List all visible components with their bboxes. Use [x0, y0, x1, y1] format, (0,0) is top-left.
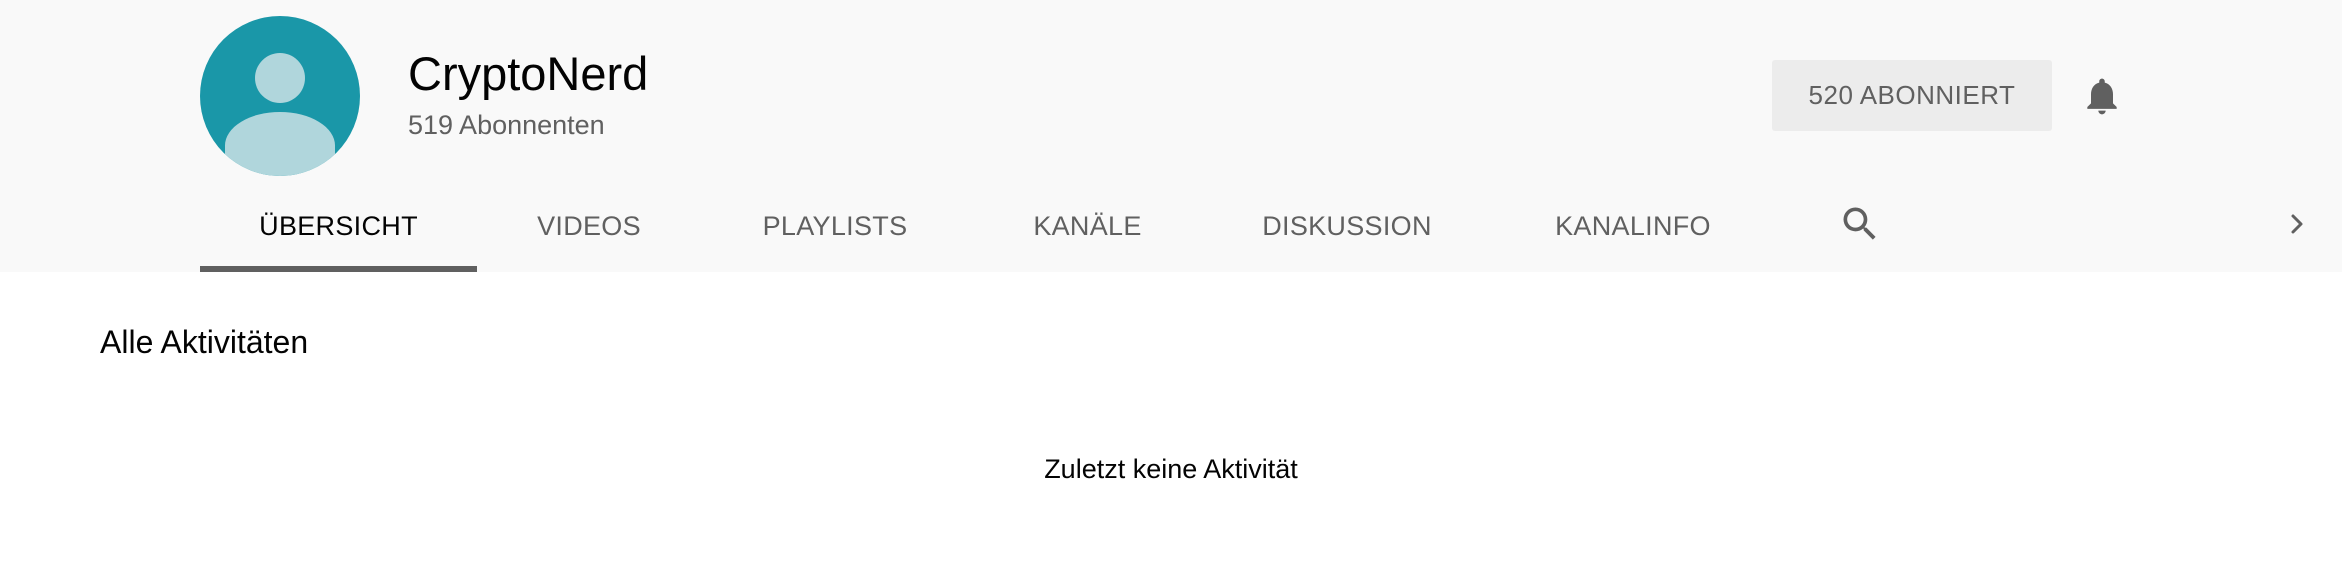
tab-videos[interactable]: VIDEOS: [477, 180, 701, 272]
channel-header: CryptoNerd 519 Abonnenten 520 ABONNIERT …: [0, 0, 2342, 272]
tab-playlists[interactable]: PLAYLISTS: [701, 180, 969, 272]
avatar-head-shape: [255, 53, 305, 103]
search-icon[interactable]: [1836, 196, 1884, 252]
avatar-body-shape: [225, 112, 335, 176]
channel-tabs: ÜBERSICHT VIDEOS PLAYLISTS KANÄLE DISKUS…: [0, 180, 2342, 272]
channel-avatar[interactable]: [200, 16, 360, 176]
tab-channels[interactable]: KANÄLE: [969, 180, 1206, 272]
subscriber-count: 519 Abonnenten: [408, 110, 605, 140]
section-title: Alle Aktivitäten: [100, 324, 309, 360]
tab-overview[interactable]: ÜBERSICHT: [200, 180, 477, 272]
chevron-right-icon[interactable]: [2286, 206, 2310, 242]
bell-icon[interactable]: [2080, 72, 2124, 120]
channel-name: CryptoNerd: [408, 47, 649, 100]
empty-state-message: Zuletzt keine Aktivität: [1044, 454, 1298, 484]
subscribed-button[interactable]: 520 ABONNIERT: [1772, 60, 2052, 131]
tab-discussion[interactable]: DISKUSSION: [1206, 180, 1488, 272]
tab-about[interactable]: KANALINFO: [1488, 180, 1778, 272]
